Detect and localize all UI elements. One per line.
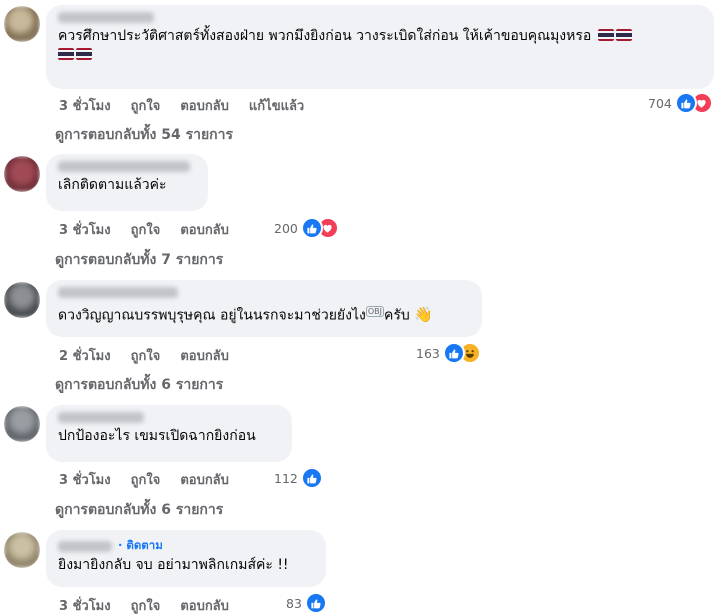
comment-text: ปกป้องอะไร เขมรเปิดฉากยิงก่อน <box>58 428 256 444</box>
edited-label: แก้ไขแล้ว <box>248 99 305 114</box>
overlay-mark: OBJ <box>365 306 384 317</box>
reply-button[interactable]: ตอบกลับ <box>180 95 229 116</box>
follow-button[interactable]: · ติดตาม <box>118 537 163 555</box>
reaction-count: 704 <box>648 95 672 111</box>
comment-bubble: ดวงวิญญาณบรรพบุรุษคุณ อยู่ในนรกจะมาช่วยย… <box>46 280 482 337</box>
author-name[interactable] <box>58 161 190 172</box>
avatar[interactable] <box>4 282 40 318</box>
comment-bubble: ควรศึกษาประวัติศาสตร์ทั้งสองฝ่าย พวกมึงย… <box>46 5 714 89</box>
thai-flag-icon <box>615 29 632 41</box>
view-replies-link[interactable]: ดูการตอบกลับทั้ง 6 รายการ <box>55 374 223 396</box>
waving-hand-icon: 👋 <box>414 305 433 324</box>
reply-button[interactable]: ตอบกลับ <box>180 219 229 240</box>
reaction-summary[interactable]: 83 <box>286 592 327 614</box>
author-name[interactable] <box>58 412 144 423</box>
like-icon <box>674 92 697 114</box>
reaction-count: 112 <box>274 470 298 486</box>
avatar[interactable] <box>4 156 40 192</box>
comment-actions: 3 ชั่วโมง ถูกใจ ตอบกลับ <box>59 595 249 616</box>
timestamp[interactable]: 2 ชั่วโมง <box>59 345 111 366</box>
comment-actions: 3 ชั่วโมง ถูกใจ ตอบกลับ <box>59 219 249 240</box>
comment-bubble: · ติดตาม ยิงมายิงกลับ จบ อย่ามาพลิกเกมส์… <box>46 530 326 587</box>
like-button[interactable]: ถูกใจ <box>131 595 161 616</box>
thai-flag-icon <box>76 48 92 60</box>
like-icon <box>300 217 323 239</box>
view-replies-link[interactable]: ดูการตอบกลับทั้ง 54 รายการ <box>55 124 233 146</box>
reaction-summary[interactable]: 112 <box>274 467 323 489</box>
reaction-summary[interactable]: 704 <box>648 92 713 114</box>
reaction-count: 200 <box>274 220 298 236</box>
avatar[interactable] <box>4 406 40 442</box>
comment-actions: 3 ชั่วโมง ถูกใจ ตอบกลับ <box>59 469 249 490</box>
reply-button[interactable]: ตอบกลับ <box>180 469 229 490</box>
author-name[interactable] <box>58 12 154 23</box>
view-replies-link[interactable]: ดูการตอบกลับทั้ง 7 รายการ <box>55 249 223 271</box>
thai-flag-icon <box>58 48 74 60</box>
timestamp[interactable]: 3 ชั่วโมง <box>59 219 111 240</box>
comment-text: ดวงวิญญาณบรรพบุรุษคุณ อยู่ในนรกจะมาช่วยย… <box>58 305 433 324</box>
reply-button[interactable]: ตอบกลับ <box>180 345 229 366</box>
like-icon <box>300 467 323 489</box>
avatar[interactable] <box>4 6 40 42</box>
like-button[interactable]: ถูกใจ <box>131 95 161 116</box>
like-icon <box>442 342 465 364</box>
view-replies-link[interactable]: ดูการตอบกลับทั้ง 6 รายการ <box>55 499 223 521</box>
reaction-count: 163 <box>416 345 440 361</box>
comment-text: ควรศึกษาประวัติศาสตร์ทั้งสองฝ่าย พวกมึงย… <box>58 27 702 65</box>
like-button[interactable]: ถูกใจ <box>131 219 161 240</box>
thai-flag-icon <box>597 29 614 41</box>
author-name[interactable] <box>58 540 112 552</box>
comment-actions: 2 ชั่วโมง ถูกใจ ตอบกลับ <box>59 345 249 366</box>
like-button[interactable]: ถูกใจ <box>131 345 161 366</box>
reaction-count: 83 <box>286 595 302 611</box>
comment-bubble: เลิกติดตามแล้วค่ะ <box>46 154 208 211</box>
avatar[interactable] <box>4 532 40 568</box>
reaction-summary[interactable]: 163 <box>416 342 481 364</box>
timestamp[interactable]: 3 ชั่วโมง <box>59 95 111 116</box>
like-icon <box>304 592 327 614</box>
timestamp[interactable]: 3 ชั่วโมง <box>59 469 111 490</box>
timestamp[interactable]: 3 ชั่วโมง <box>59 595 111 616</box>
comment-bubble: ปกป้องอะไร เขมรเปิดฉากยิงก่อน <box>46 405 292 462</box>
reaction-summary[interactable]: 200 <box>274 217 339 239</box>
comment-text: ยิงมายิงกลับ จบ อย่ามาพลิกเกมส์ค่ะ !! <box>58 557 289 573</box>
reply-button[interactable]: ตอบกลับ <box>180 595 229 616</box>
author-name[interactable] <box>58 287 178 298</box>
comment-actions: 3 ชั่วโมง ถูกใจ ตอบกลับ แก้ไขแล้ว <box>59 95 324 116</box>
like-button[interactable]: ถูกใจ <box>131 469 161 490</box>
comment-text: เลิกติดตามแล้วค่ะ <box>58 177 167 193</box>
